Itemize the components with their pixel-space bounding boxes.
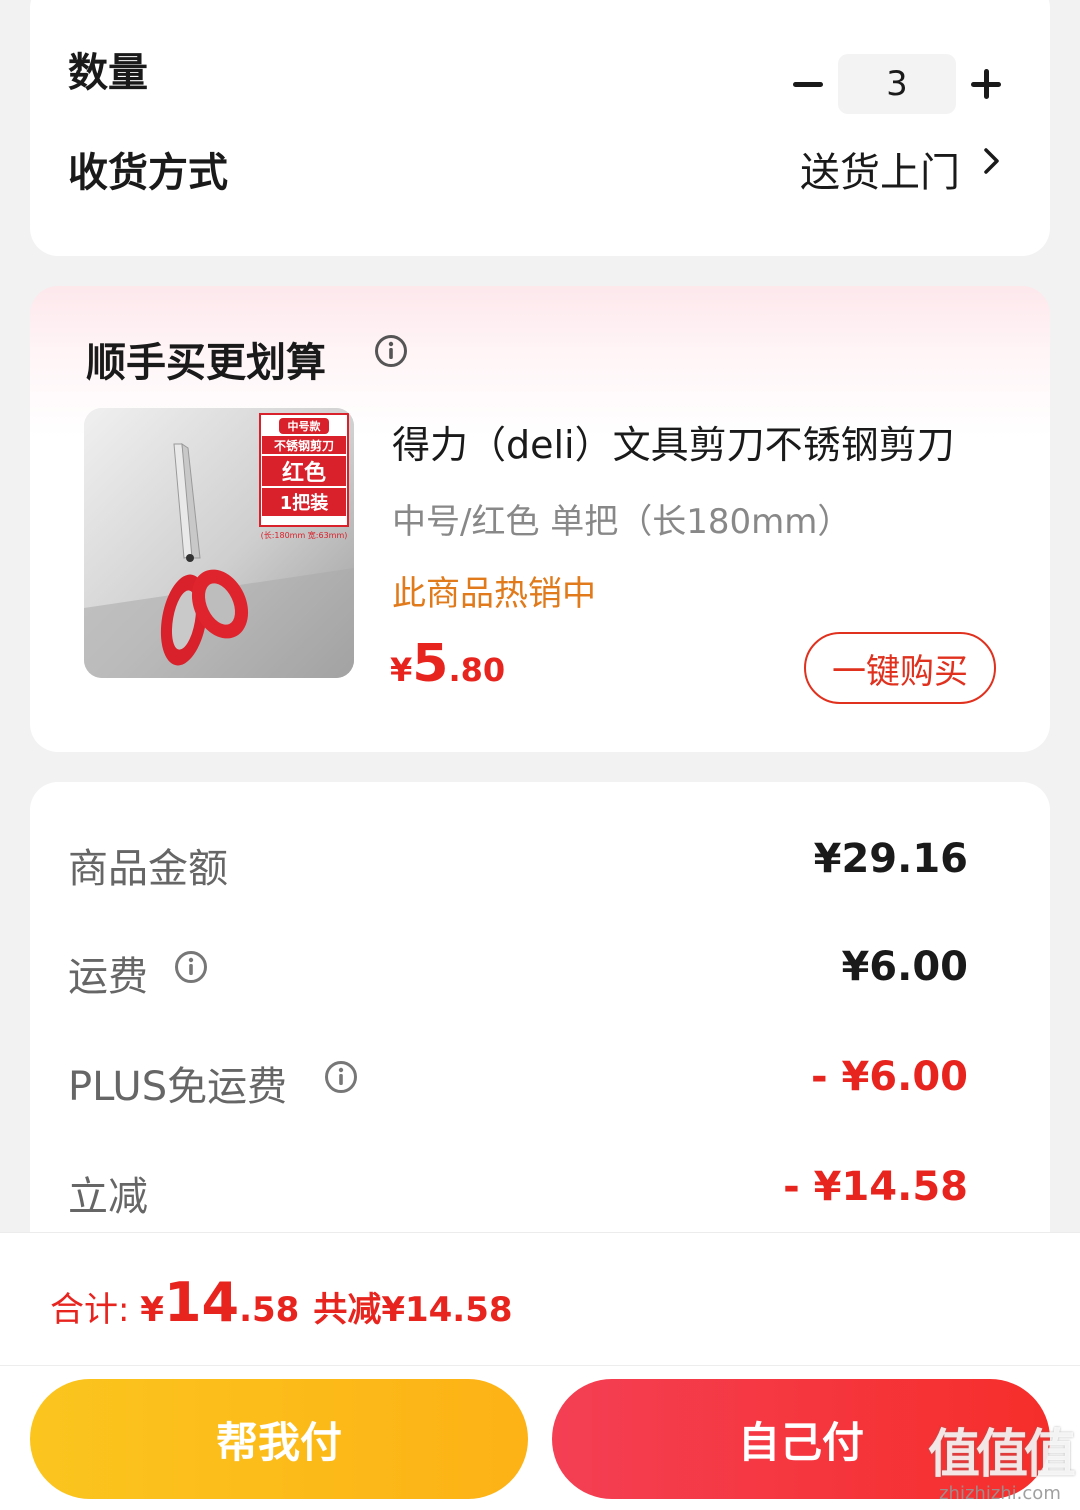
- plus-icon: [971, 69, 1001, 99]
- product-image[interactable]: 中号款 不锈钢剪刀 红色 1把装 (长:180mm 宽:63mm): [84, 408, 354, 678]
- checkout-footer: 合计: ¥14.58 共减¥14.58 帮我付 自己付 值值值 zhizhizhi…: [0, 1232, 1080, 1510]
- checkout-page: 数量 收货方式 送货上门 顺手买更划算: [0, 0, 1080, 1510]
- summary-value: ¥29.16: [813, 836, 968, 882]
- one-click-buy-button[interactable]: 一键购买: [804, 632, 996, 704]
- image-size-text: (长:180mm 宽:63mm): [261, 530, 348, 540]
- footer-divider: [0, 1365, 1080, 1366]
- shipping-method-row[interactable]: 收货方式 送货上门: [68, 140, 1012, 220]
- total-dec: .58: [239, 1290, 300, 1330]
- total-int: 14: [163, 1271, 240, 1334]
- quantity-input[interactable]: [838, 54, 956, 114]
- chevron-right-icon: [984, 148, 999, 174]
- decrease-quantity-button[interactable]: [782, 54, 834, 114]
- image-color-text: 红色: [282, 460, 326, 486]
- product-price-symbol: ¥: [390, 651, 413, 689]
- order-options-card: 数量 收货方式 送货上门: [30, 0, 1050, 256]
- minus-icon: [793, 81, 823, 87]
- quantity-stepper: [782, 54, 1012, 114]
- shipping-method-value: 送货上门: [800, 150, 960, 196]
- price-summary-card: 商品金额 ¥29.16 运费 ¥6.00 PLUS免运费 - ¥6.00 立减 …: [30, 782, 1050, 1302]
- product-price-int: 5: [412, 634, 449, 694]
- summary-value: - ¥6.00: [810, 1054, 968, 1100]
- summary-row-freight: 运费 ¥6.00: [68, 944, 968, 1004]
- image-line1-text: 不锈钢剪刀: [274, 438, 334, 453]
- quantity-label: 数量: [68, 50, 148, 96]
- total-saved: 共减¥14.58: [313, 1290, 513, 1330]
- product-name[interactable]: 得力（deli）文具剪刀不锈钢剪刀: [392, 414, 992, 469]
- recommend-card: 顺手买更划算 中号款 不锈钢剪刀 红色 1把装 (长:180mm 宽:63mm)…: [30, 286, 1050, 752]
- recommend-title: 顺手买更划算: [86, 340, 326, 386]
- total-amount: 合计: ¥14.58 共减¥14.58: [50, 1271, 513, 1334]
- summary-value: ¥6.00: [841, 944, 968, 990]
- image-tag-text: 中号款: [288, 419, 322, 433]
- summary-row-discount: 立减 - ¥14.58: [68, 1164, 968, 1224]
- summary-row-goods: 商品金额 ¥29.16: [68, 836, 968, 896]
- summary-row-plus-freight: PLUS免运费 - ¥6.00: [68, 1054, 968, 1114]
- total-symbol: ¥: [140, 1290, 164, 1330]
- info-icon[interactable]: [374, 334, 408, 368]
- summary-label: 商品金额: [68, 846, 228, 892]
- summary-label: 运费: [68, 954, 148, 1000]
- summary-label: PLUS免运费: [68, 1064, 288, 1110]
- increase-quantity-button[interactable]: [960, 54, 1012, 114]
- total-label: 合计:: [50, 1290, 141, 1330]
- help-me-pay-button[interactable]: 帮我付: [30, 1379, 528, 1499]
- scissors-product-image: 中号款 不锈钢剪刀 红色 1把装 (长:180mm 宽:63mm): [84, 408, 354, 678]
- info-icon[interactable]: [324, 1060, 358, 1094]
- product-price: ¥5.80: [390, 634, 505, 694]
- info-icon[interactable]: [174, 950, 208, 984]
- shipping-method-label: 收货方式: [68, 150, 228, 196]
- product-hot-badge: 此商品热销中: [392, 574, 596, 614]
- product-price-dec: .80: [448, 651, 506, 689]
- image-pack-text: 1把装: [280, 492, 329, 514]
- summary-label: 立减: [68, 1174, 148, 1220]
- summary-value: - ¥14.58: [783, 1164, 968, 1210]
- product-spec: 中号/红色 单把（长180mm）: [392, 502, 852, 542]
- pay-myself-button[interactable]: 自己付: [552, 1379, 1050, 1499]
- quantity-row: 数量: [68, 22, 1012, 114]
